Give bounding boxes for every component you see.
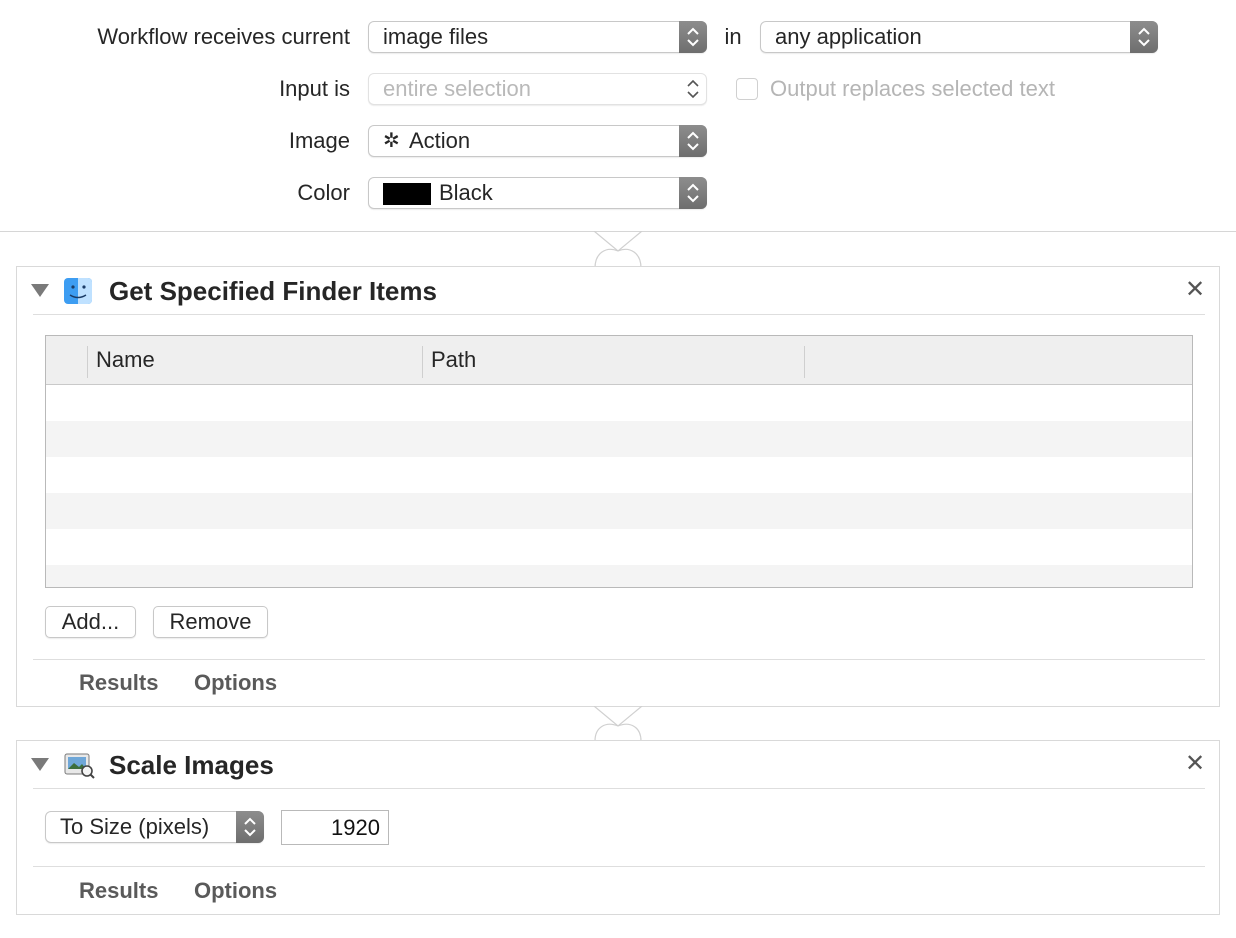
output-replaces-checkbox[interactable] [736,78,758,100]
action-get-specified-finder-items: Get Specified Finder Items ✕ Name Path A… [16,266,1220,707]
in-label: in [724,24,742,49]
table-header: Name Path [46,336,1192,385]
popup-arrows-icon [1130,21,1158,53]
application-value: any application [775,24,922,49]
finder-items-table[interactable]: Name Path [45,335,1193,588]
popup-arrows-icon [236,811,264,843]
table-row [46,493,1192,529]
popup-arrows-icon [679,21,707,53]
scale-mode-value: To Size (pixels) [60,814,210,839]
scale-mode-popup[interactable]: To Size (pixels) [45,811,264,843]
results-tab[interactable]: Results [79,670,158,696]
action-title: Get Specified Finder Items [109,276,437,306]
input-is-label: Input is [279,76,350,101]
popup-arrows-icon [679,73,707,105]
output-replaces-label: Output replaces selected text [770,76,1055,101]
finder-icon [64,278,92,304]
options-tab[interactable]: Options [194,670,277,696]
results-tab[interactable]: Results [79,878,158,904]
disclosure-triangle-icon[interactable] [31,284,49,297]
close-icon[interactable]: ✕ [1185,752,1205,776]
popup-arrows-icon [679,177,707,209]
column-divider [804,346,805,378]
image-popup[interactable]: ✲ Action [368,125,707,157]
column-header-path[interactable]: Path [431,347,476,373]
image-label: Image [288,128,350,153]
title-divider [33,314,1205,315]
image-value: Action [409,128,471,153]
workflow-receives-label: Workflow receives current [97,24,350,49]
receives-type-popup[interactable]: image files [368,21,707,53]
action-title: Scale Images [109,750,274,780]
add-button[interactable]: Add... [45,606,136,638]
table-row [46,565,1192,587]
connector-notch [593,706,643,742]
column-divider [422,346,423,378]
receives-type-value: image files [383,24,489,49]
preview-icon [64,753,95,779]
input-is-popup: entire selection [368,73,707,105]
options-tab[interactable]: Options [194,878,277,904]
footer-divider [33,659,1205,660]
size-pixels-field[interactable]: 1920 [281,810,389,845]
popup-arrows-icon [679,125,707,157]
column-header-name[interactable]: Name [96,347,155,373]
color-label: Color [297,180,350,205]
remove-button[interactable]: Remove [153,606,268,638]
connector-notch [593,231,643,269]
application-popup[interactable]: any application [760,21,1158,53]
footer-divider [33,866,1205,867]
table-row [46,421,1192,457]
disclosure-triangle-icon[interactable] [31,758,49,771]
input-is-value: entire selection [383,76,531,101]
action-scale-images: Scale Images ✕ To Size (pixels) 1920 Res… [16,740,1220,915]
title-divider [33,788,1205,789]
close-icon[interactable]: ✕ [1185,278,1205,302]
gear-icon: ✲ [383,130,400,152]
color-swatch [383,183,431,205]
column-divider [87,346,88,378]
color-value: Black [439,180,493,205]
color-popup[interactable]: Black [368,177,707,209]
